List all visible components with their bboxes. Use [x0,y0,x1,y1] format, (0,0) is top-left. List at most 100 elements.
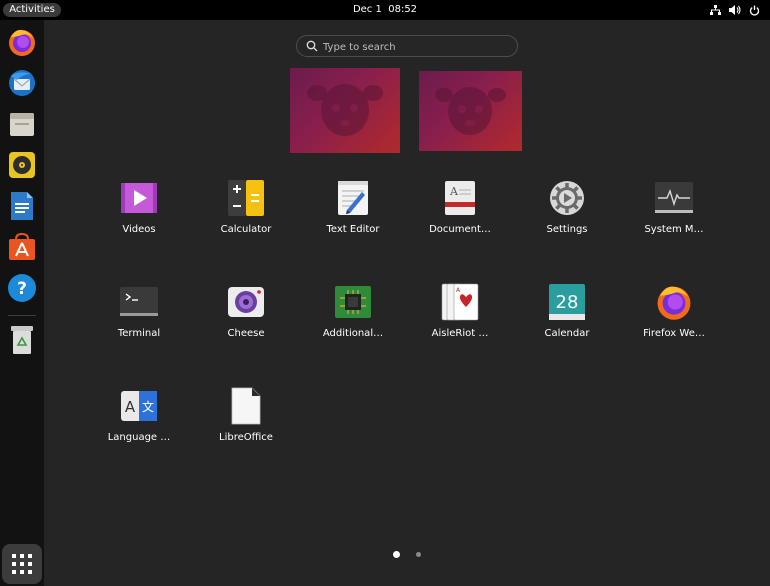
app-label: Calculator [220,224,272,235]
workspace-thumbnail-1[interactable] [290,68,400,153]
app-aisleriot[interactable]: A AisleRiot … [410,272,510,352]
svg-text:?: ? [17,279,27,299]
app-icon-frame: A 文 [120,387,158,425]
search-input[interactable] [321,37,515,57]
app-videos[interactable]: Videos [89,168,189,248]
app-icon-frame: A [441,283,479,321]
app-firefox[interactable]: Firefox We… [624,272,724,352]
search-icon [306,40,318,52]
app-system-monitor[interactable]: System M… [624,168,724,248]
network-icon [710,5,721,15]
volume-icon [729,5,741,15]
thunderbird-icon [9,70,35,96]
firefox-icon [9,29,35,56]
app-label: Text Editor [326,224,380,235]
settings-icon [550,181,584,215]
page-indicator [0,551,770,559]
app-calendar[interactable]: 28 Calendar [517,272,617,352]
dock-help[interactable]: ? [4,270,40,306]
writer-icon [11,192,33,220]
activities-button[interactable]: Activities [3,3,61,17]
app-icon-frame [227,283,265,321]
app-icon-frame [334,283,372,321]
clock-button[interactable]: Dec 1 08:52 [353,4,417,15]
system-tray[interactable] [710,3,760,17]
app-label: Language … [107,432,171,443]
app-label: LibreOffice [219,432,273,443]
software-icon [9,233,35,260]
libreoffice-icon [231,387,261,425]
calendar-icon: 28 [549,284,585,320]
cheese-icon [228,287,264,317]
trash-icon [11,326,33,354]
workspace-thumbnail-2[interactable] [419,71,522,151]
app-icon-frame [655,283,693,321]
time-text: 08:52 [388,4,418,15]
app-label: Settings [546,224,588,235]
calculator-icon [228,180,264,216]
system-monitor-icon [655,182,693,213]
app-language-support[interactable]: A 文 Language … [89,376,189,456]
app-label: Firefox We… [643,328,705,339]
svg-text:A: A [125,398,136,416]
app-label: System M… [644,224,704,235]
app-icon-frame [120,179,158,217]
calendar-day: 28 [556,292,579,313]
app-icon-frame: A [441,179,479,217]
app-icon-frame [655,179,693,217]
dock-files[interactable] [4,106,40,142]
dock-writer[interactable] [4,188,40,224]
app-libreoffice[interactable]: LibreOffice [196,376,296,456]
app-additional-drivers[interactable]: Additional… [303,272,403,352]
top-bar: Activities Dec 1 08:52 [0,0,770,20]
app-text-editor[interactable]: Text Editor [303,168,403,248]
date-text: Dec 1 [352,4,382,15]
app-icon-frame [227,179,265,217]
app-cheese[interactable]: Cheese [196,272,296,352]
dock-separator [8,315,36,316]
show-apps-button[interactable] [2,544,42,584]
clock: Dec 1 08:52 [0,0,770,20]
aisleriot-icon: A [441,283,479,321]
firefox-icon [657,286,691,320]
app-icon-frame [227,387,265,425]
help-icon: ? [8,274,36,302]
app-icon-frame [548,179,586,217]
app-label: Cheese [227,328,265,339]
dock: ? [0,20,44,586]
dock-firefox[interactable] [4,24,40,60]
language-support-icon: A 文 [121,391,157,421]
dock-thunderbird[interactable] [4,65,40,101]
additional-drivers-icon [335,286,371,318]
power-icon [749,5,760,15]
document-viewer-icon: A [445,181,475,215]
wallpaper-mascot [307,84,383,136]
text-editor-icon [338,181,368,215]
app-icon-frame [120,283,158,321]
app-document-viewer[interactable]: A Document… [410,168,510,248]
app-label: AisleRiot … [431,328,489,339]
terminal-icon [120,287,158,316]
app-label: Videos [122,224,156,235]
dock-ubuntu-software[interactable] [4,229,40,265]
app-calculator[interactable]: Calculator [196,168,296,248]
videos-icon [121,183,157,213]
app-label: Additional… [322,328,384,339]
app-label: Document… [429,224,491,235]
page-dot-1[interactable] [393,551,400,558]
dock-rhythmbox[interactable] [4,147,40,183]
svg-text:文: 文 [142,399,154,414]
app-overview: Videos Calculator Text Editor A [44,20,770,586]
wallpaper-mascot [435,87,506,135]
app-settings[interactable]: Settings [517,168,617,248]
app-icon-frame [334,179,372,217]
svg-text:A: A [449,185,459,198]
page-dot-2[interactable] [416,552,421,557]
app-label: Terminal [117,328,161,339]
dock-trash[interactable] [4,322,40,358]
rhythmbox-icon [9,152,35,178]
files-icon [10,113,34,136]
app-icon-frame: 28 [548,283,586,321]
search-box[interactable] [296,35,518,57]
app-terminal[interactable]: Terminal [89,272,189,352]
